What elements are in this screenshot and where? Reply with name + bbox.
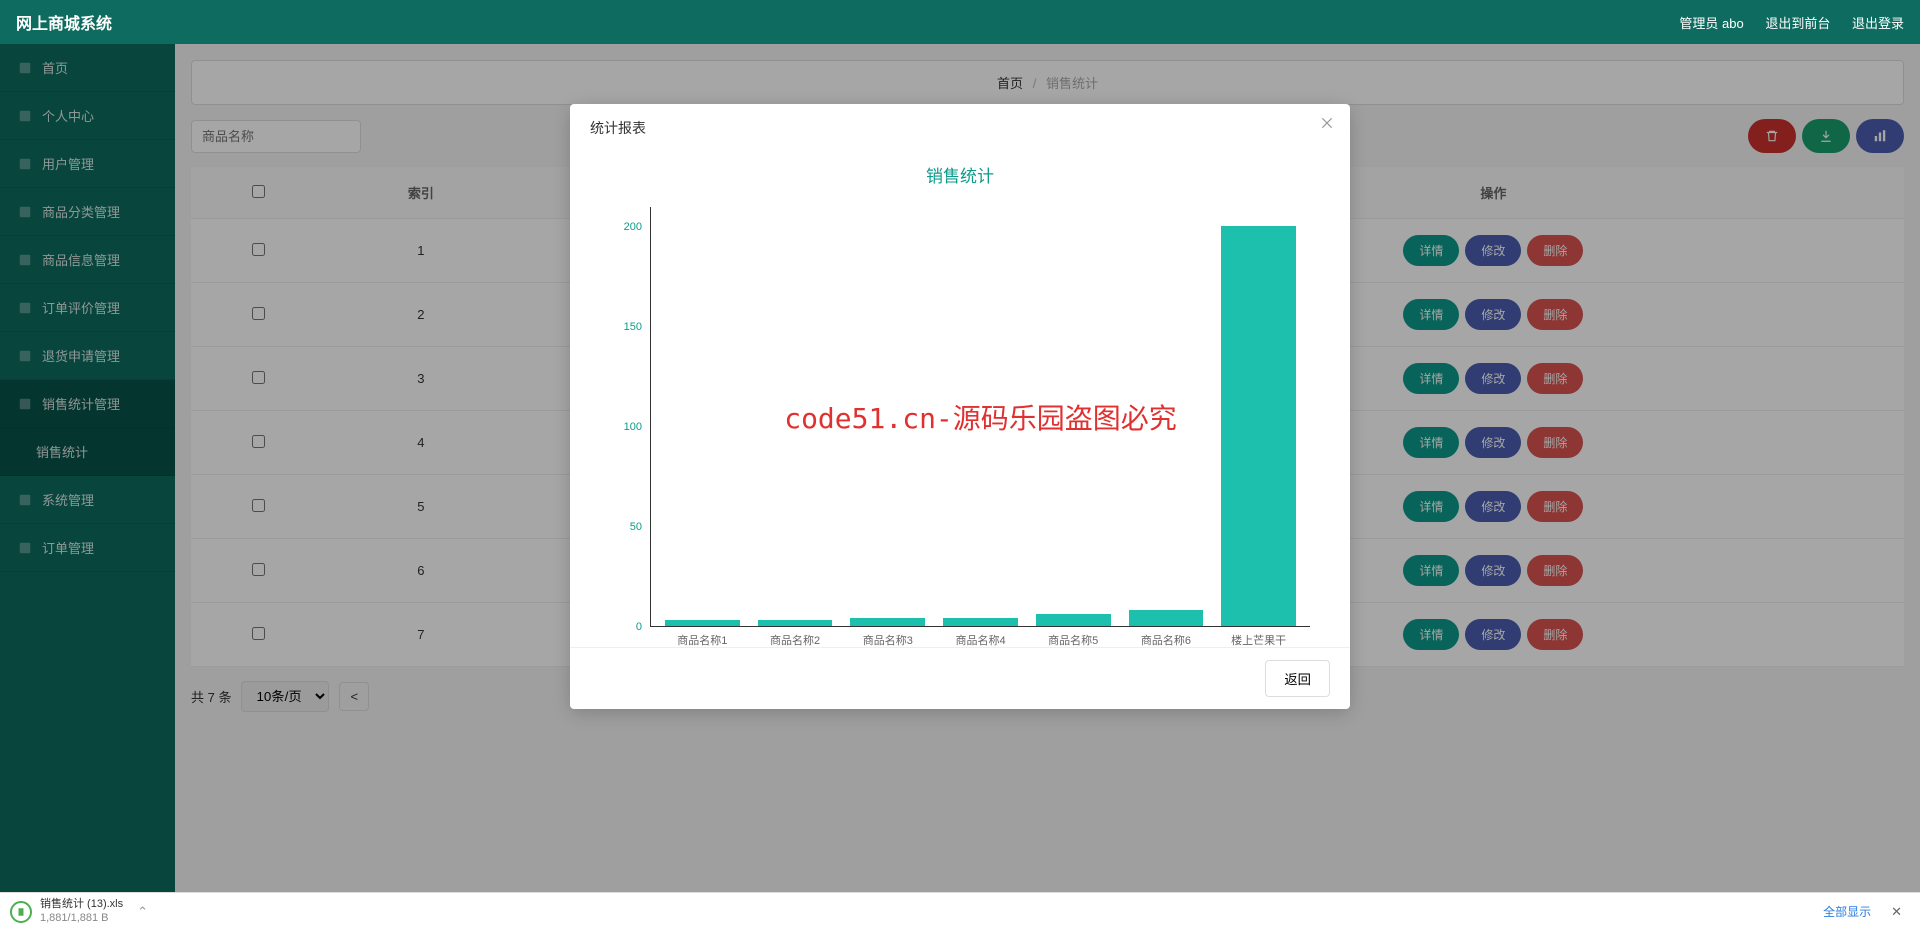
to-front-link[interactable]: 退出到前台 [1765, 16, 1830, 31]
bar-label: 商品名称1 [662, 632, 742, 648]
modal-title: 统计报表 [570, 104, 1350, 152]
bar-column: 商品名称2 [758, 207, 833, 626]
y-tick: 100 [624, 421, 642, 433]
bar-column: 楼上芒果干 [1221, 207, 1296, 626]
app-header: 网上商城系统 管理员 abo 退出到前台 退出登录 [0, 0, 1920, 44]
admin-link[interactable]: 管理员 abo [1679, 16, 1743, 31]
chart-plot: code51.cn-源码乐园盗图必究 商品名称1商品名称2商品名称3商品名称4商… [650, 207, 1310, 627]
y-tick: 50 [630, 521, 642, 533]
y-tick: 200 [624, 221, 642, 233]
chart-y-axis: 050100150200 [610, 207, 650, 627]
bar-label: 商品名称2 [755, 632, 835, 648]
bar-label: 商品名称5 [1033, 632, 1113, 648]
close-download-bar[interactable]: ✕ [1883, 900, 1910, 924]
bar-label: 商品名称3 [848, 632, 928, 648]
modal-overlay[interactable]: 统计报表 销售统计 0 50 100 150 200 code51.cn-源码乐园盗图必… [0, 44, 1920, 930]
chevron-up-icon[interactable]: ⌃ [137, 904, 148, 920]
download-bar: 销售统计 (13).xls 1,881/1,881 B ⌃ 全部显示 ✕ [0, 892, 1920, 930]
chart-area: 050100150200 code51.cn-源码乐园盗图必究 商品名称1商品名… [610, 207, 1310, 627]
bar-label: 楼上芒果干 [1219, 632, 1299, 648]
modal-body: 销售统计 0 50 100 150 200 code51.cn-源码乐园盗图必究 商品名… [570, 152, 1350, 647]
modal-footer: 返回 [570, 647, 1350, 709]
y-tick: 0 [636, 621, 642, 633]
app-title: 网上商城系统 [16, 10, 112, 34]
chart-bar [850, 618, 925, 626]
download-right: 全部显示 ✕ [1823, 900, 1910, 924]
chart-bar [665, 620, 740, 626]
stats-modal: 统计报表 销售统计 0 50 100 150 200 code51.cn-源码乐园盗图必… [570, 104, 1350, 709]
chart-bar [1036, 614, 1111, 626]
modal-close-button[interactable] [1320, 116, 1334, 130]
chart-title: 销售统计 [610, 162, 1310, 187]
close-icon [1320, 116, 1334, 130]
download-item[interactable]: 销售统计 (13).xls 1,881/1,881 B ⌃ [10, 898, 148, 924]
show-all-downloads[interactable]: 全部显示 [1823, 903, 1871, 920]
download-size: 1,881/1,881 B [40, 912, 123, 925]
chart-bar [943, 618, 1018, 626]
logout-link[interactable]: 退出登录 [1852, 16, 1904, 31]
chart-bar [758, 620, 833, 626]
back-button[interactable]: 返回 [1265, 660, 1330, 697]
bar-label: 商品名称6 [1126, 632, 1206, 648]
bar-label: 商品名称4 [941, 632, 1021, 648]
bar-column: 商品名称3 [850, 207, 925, 626]
header-right: 管理员 abo 退出到前台 退出登录 [1661, 13, 1904, 32]
file-download-icon [10, 901, 32, 923]
y-tick: 150 [624, 321, 642, 333]
chart-bar [1129, 610, 1204, 626]
bar-column: 商品名称4 [943, 207, 1018, 626]
bar-column: 商品名称5 [1036, 207, 1111, 626]
download-text: 销售统计 (13).xls 1,881/1,881 B [40, 898, 123, 924]
chart-bar [1221, 226, 1296, 626]
download-filename: 销售统计 (13).xls [40, 898, 123, 911]
bar-column: 商品名称1 [665, 207, 740, 626]
bar-column: 商品名称6 [1129, 207, 1204, 626]
